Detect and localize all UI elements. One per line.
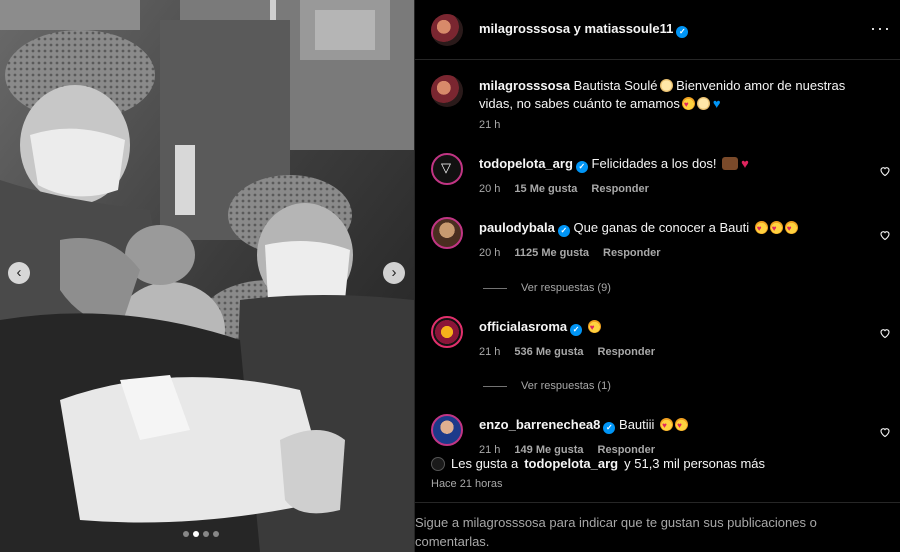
login-footer: Sigue a milagrosssosa para indicar que t… (415, 502, 900, 552)
red-heart-emoji-icon: ♥ (741, 156, 749, 171)
caption-text-a: Bautista Soulé (573, 78, 658, 93)
replies-divider-line (483, 385, 507, 387)
likes-suffix[interactable]: y 51,3 mil personas más (624, 456, 765, 471)
comment-time: 20 h (479, 183, 501, 195)
baby-emoji-icon (696, 97, 710, 110)
follow-prompt: Sigue a milagrosssosa para indicar que t… (415, 515, 817, 549)
author-avatar[interactable] (431, 14, 463, 46)
post-header: milagrosssosa y matiassoule11 ✓ ··· (415, 0, 900, 60)
comment-body: paulodybala ✓ Que ganas de conocer a Baut… (479, 219, 859, 238)
view-replies-button[interactable]: Ver respuestas (9) (483, 282, 611, 294)
comment-time: 20 h (479, 247, 501, 259)
reply-button[interactable]: Responder (591, 183, 648, 195)
carousel-dot (203, 531, 209, 537)
carousel-dot-active (193, 531, 199, 537)
comment-body: enzo_barrenechea8 ✓ Bautiii (479, 416, 859, 435)
comment-text: Que ganas de conocer a Bauti (573, 220, 750, 235)
replies-divider-line (483, 287, 507, 289)
smiling-hearts-emoji-icon (754, 220, 768, 238)
caption-body: milagrosssosa Bautista Soulé Bienvenido … (479, 77, 859, 114)
comment-avatar[interactable] (431, 217, 463, 249)
comment-avatar[interactable] (431, 414, 463, 446)
verified-badge-icon: ✓ (570, 324, 583, 336)
blue-heart-emoji-icon: ♥ (712, 96, 721, 111)
smiling-hearts-emoji-icon (769, 220, 783, 238)
smiling-hearts-emoji-icon (784, 220, 798, 238)
heart-outline-icon[interactable] (879, 229, 891, 241)
comment-likes[interactable]: 1125 Me gusta (514, 247, 589, 259)
comment-avatar[interactable] (431, 316, 463, 348)
comment-time: 21 h (479, 444, 501, 456)
caption-avatar[interactable] (431, 75, 463, 107)
smiling-hearts-emoji-icon (681, 96, 695, 114)
hospital-photo-illustration (0, 0, 414, 552)
heart-outline-icon[interactable] (879, 327, 891, 339)
comment-meta: 21 h 536 Me gusta Responder (479, 346, 655, 358)
likes-summary[interactable]: Les gusta a todopelota_arg y 51,3 mil pe… (431, 456, 765, 471)
view-replies-label[interactable]: Ver respuestas (1) (521, 380, 611, 392)
comment-username[interactable]: enzo_barrenechea8 (479, 417, 600, 432)
comment-meta: 20 h 1125 Me gusta Responder (479, 247, 660, 259)
carousel-dot (213, 531, 219, 537)
raising-hands-emoji-icon (722, 157, 739, 170)
smiling-hearts-emoji-icon (660, 417, 674, 435)
liker-avatar (431, 456, 445, 471)
post-details-panel: milagrosssosa y matiassoule11 ✓ ··· milag… (414, 0, 900, 552)
comment-likes[interactable]: 536 Me gusta (514, 346, 583, 358)
smiling-hearts-emoji-icon (675, 417, 689, 435)
post-photo[interactable]: ‹ › (0, 0, 414, 552)
comment-avatar[interactable] (431, 153, 463, 185)
chevron-left-icon[interactable]: ‹ (8, 262, 30, 284)
caption-time: 21 h (479, 119, 501, 131)
verified-badge-icon: ✓ (575, 161, 588, 173)
comment-username[interactable]: paulodybala (479, 220, 555, 235)
comment-body: todopelota_arg ✓ Felicidades a los dos! ♥ (479, 155, 859, 173)
baby-emoji-icon (659, 79, 673, 92)
caption-username[interactable]: milagrosssosa (479, 78, 570, 93)
reply-button[interactable]: Responder (598, 346, 655, 358)
author-names[interactable]: milagrosssosa y matiassoule11 ✓ (479, 21, 689, 38)
chevron-right-icon[interactable]: › (383, 262, 405, 284)
comment-time: 21 h (479, 346, 501, 358)
likes-user[interactable]: todopelota_arg (524, 456, 618, 471)
likes-prefix: Les gusta a (451, 456, 519, 471)
reply-button[interactable]: Responder (603, 247, 660, 259)
post-time: Hace 21 horas (431, 478, 503, 490)
caption-meta: 21 h (479, 119, 500, 131)
author-names-text[interactable]: milagrosssosa y matiassoule11 (479, 21, 673, 36)
comment-meta: 20 h 15 Me gusta Responder (479, 183, 649, 195)
carousel-dot (183, 531, 189, 537)
heart-outline-icon[interactable] (879, 426, 891, 438)
comment-username[interactable]: todopelota_arg (479, 156, 573, 171)
verified-badge-icon: ✓ (676, 26, 689, 38)
comment-meta: 21 h 149 Me gusta Responder (479, 444, 655, 456)
comment-body: officialasroma ✓ (479, 318, 859, 337)
more-options-icon[interactable]: ··· (870, 18, 891, 39)
view-replies-label[interactable]: Ver respuestas (9) (521, 282, 611, 294)
comment-text: Bautiii (619, 417, 655, 432)
heart-outline-icon[interactable] (879, 165, 891, 177)
verified-badge-icon: ✓ (557, 225, 570, 237)
comment-username[interactable]: officialasroma (479, 319, 567, 334)
comment-text: Felicidades a los dos! (591, 156, 717, 171)
comment-likes[interactable]: 15 Me gusta (514, 183, 577, 195)
smiling-hearts-emoji-icon (587, 319, 601, 337)
verified-badge-icon: ✓ (603, 422, 616, 434)
comment-likes[interactable]: 149 Me gusta (514, 444, 583, 456)
reply-button[interactable]: Responder (598, 444, 655, 456)
carousel-indicator (183, 531, 219, 537)
view-replies-button[interactable]: Ver respuestas (1) (483, 380, 611, 392)
